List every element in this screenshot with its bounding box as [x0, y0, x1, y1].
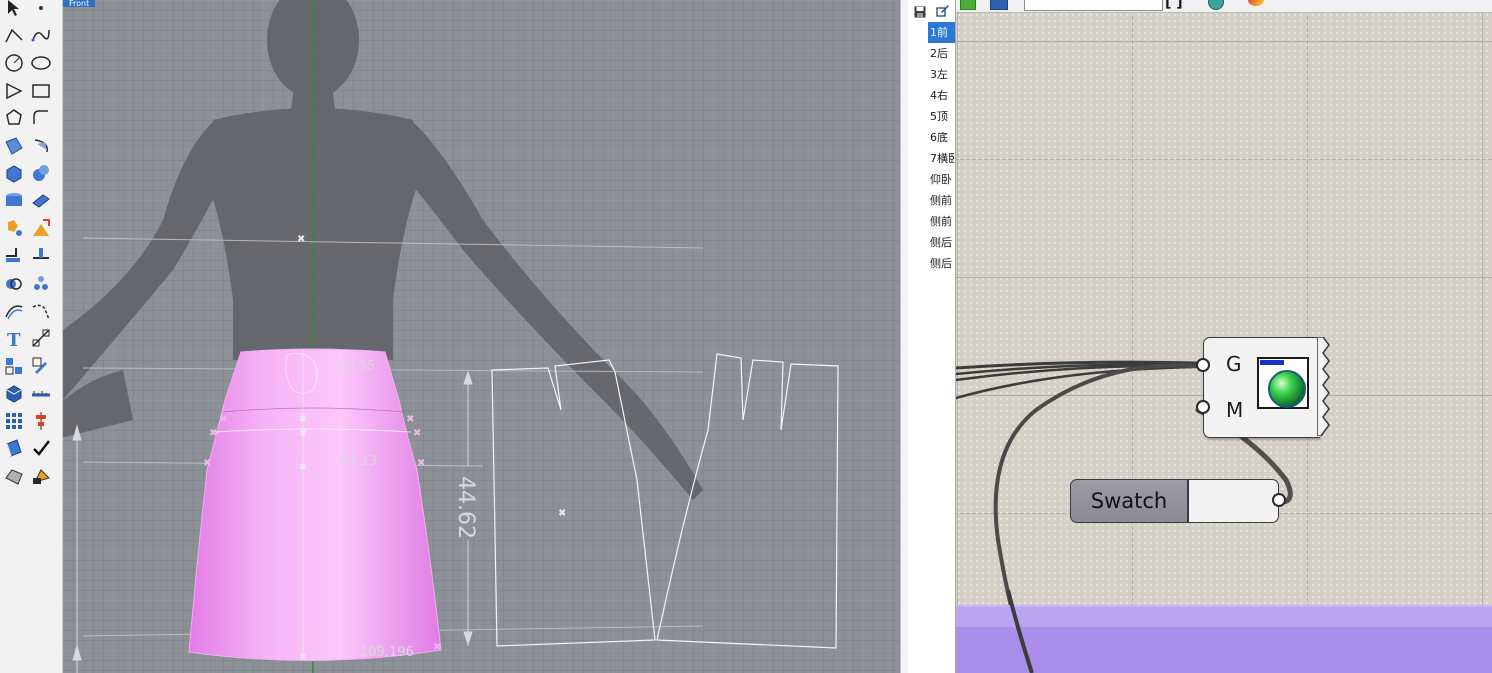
surface-icon[interactable]: [2, 134, 26, 158]
align-icon[interactable]: [29, 409, 53, 433]
blend-icon[interactable]: [29, 299, 53, 323]
waist-dimension: 69.35: [338, 359, 375, 374]
group-header: [956, 607, 1492, 627]
named-view-item[interactable]: 5顶: [928, 106, 955, 127]
svg-text:✖: ✖: [433, 642, 441, 653]
named-view-item[interactable]: 2后: [928, 43, 955, 64]
curve-icon[interactable]: [29, 24, 53, 48]
properties-icon[interactable]: [29, 354, 53, 378]
component-body[interactable]: G M: [1203, 337, 1320, 438]
boolean-icon[interactable]: [2, 271, 26, 295]
plane-icon[interactable]: [29, 189, 53, 213]
named-view-item[interactable]: 侧前: [928, 211, 955, 232]
named-views-list: 1前 2后 3左 4右 5顶 6底 7横卧 仰卧 侧前 侧前 侧后 侧后: [928, 22, 955, 274]
svg-text:✖: ✖: [299, 462, 307, 473]
edit-icon[interactable]: [936, 2, 950, 17]
circle-icon[interactable]: [2, 51, 26, 75]
trim-icon[interactable]: [2, 244, 26, 268]
named-view-item[interactable]: 3左: [928, 64, 955, 85]
svg-text:✖: ✖: [209, 428, 217, 439]
shaded-icon[interactable]: [2, 464, 26, 488]
svg-text:✖: ✖: [299, 652, 307, 663]
swatch-color-field[interactable]: [1187, 479, 1279, 523]
check-icon[interactable]: [29, 436, 53, 460]
named-view-item[interactable]: 侧前: [928, 190, 955, 211]
ruler-icon[interactable]: [29, 381, 53, 405]
svg-text:✖: ✖: [413, 428, 421, 439]
svg-text:✖: ✖: [299, 414, 307, 425]
polygon-point-icon[interactable]: [2, 106, 26, 130]
material-input-port[interactable]: [1196, 400, 1210, 414]
revolve-icon[interactable]: [29, 134, 53, 158]
swatch-component[interactable]: Swatch: [1070, 479, 1286, 523]
polyline-icon[interactable]: [2, 24, 26, 48]
geometry-input-port[interactable]: [1196, 358, 1210, 372]
svg-text:✖: ✖: [558, 508, 566, 519]
named-views-panel: 1前 2后 3左 4右 5顶 6底 7横卧 仰卧 侧前 侧前 侧后 侧后: [908, 0, 956, 673]
svg-text:✖: ✖: [417, 458, 425, 469]
fillet-curve-icon[interactable]: [29, 106, 53, 130]
group-icon[interactable]: [29, 271, 53, 295]
svg-text:✖: ✖: [406, 414, 414, 425]
svg-text:✖: ✖: [219, 414, 227, 425]
cylinder-icon[interactable]: [2, 189, 26, 213]
hip-dimension: 93.13: [340, 454, 377, 469]
svg-text:✖: ✖: [203, 458, 211, 469]
select-arrow-icon[interactable]: [2, 0, 26, 20]
hem-dimension: 109.196: [360, 645, 414, 660]
svg-text:✖: ✖: [297, 234, 305, 245]
render-icon[interactable]: [29, 464, 53, 488]
named-view-item[interactable]: 1前: [928, 22, 955, 43]
named-view-item[interactable]: 侧后: [928, 253, 955, 274]
save-icon[interactable]: [914, 3, 926, 18]
dimension-icon[interactable]: [29, 326, 53, 350]
text-icon[interactable]: T: [2, 326, 26, 350]
grid-array-icon[interactable]: [2, 409, 26, 433]
offset-icon[interactable]: [2, 299, 26, 323]
skirt-model: [188, 348, 442, 661]
swatch-output-port[interactable]: [1272, 493, 1286, 507]
split-icon[interactable]: [29, 244, 53, 268]
material-input-label: M: [1226, 398, 1244, 422]
preview-icon: [1257, 357, 1309, 409]
named-view-item[interactable]: 仰卧: [928, 169, 955, 190]
length-dimension: 44.62: [453, 476, 478, 539]
point-icon[interactable]: [29, 0, 53, 20]
rectangle-icon[interactable]: [29, 79, 53, 103]
named-view-item[interactable]: 7横卧: [928, 148, 955, 169]
skirt-pattern-pieces: [491, 353, 839, 649]
named-view-item[interactable]: 6底: [928, 127, 955, 148]
explode-icon[interactable]: [29, 216, 53, 240]
ellipse-icon[interactable]: [29, 51, 53, 75]
component-output-edge: [1317, 337, 1330, 436]
transform-icon[interactable]: [2, 216, 26, 240]
svg-text:T: T: [7, 330, 21, 350]
array-icon[interactable]: [2, 354, 26, 378]
swatch-label[interactable]: Swatch: [1070, 479, 1187, 523]
sphere-icon[interactable]: [29, 161, 53, 185]
named-view-item[interactable]: 侧后: [928, 232, 955, 253]
command-toolbar: T: [0, 0, 63, 673]
custom-preview-component[interactable]: G M: [1196, 337, 1330, 438]
box-icon[interactable]: [2, 161, 26, 185]
svg-text:✖: ✖: [299, 429, 307, 440]
rhino-viewport[interactable]: Front 69.35 93.13 109.196 44.62 ✖ ✖ ✖ ✖ …: [63, 0, 900, 673]
grasshopper-canvas[interactable]: [ ] G M Swatch: [956, 0, 1492, 673]
geometry-input-label: G: [1226, 352, 1242, 376]
named-view-item[interactable]: 4右: [928, 85, 955, 106]
named-views-toolbar: [908, 0, 955, 20]
render-box-icon[interactable]: [2, 381, 26, 405]
polygon-icon[interactable]: [2, 79, 26, 103]
viewport-scene: 69.35 93.13 109.196 44.62 ✖ ✖ ✖ ✖ ✖ ✖ ✖ …: [63, 0, 839, 673]
layer-icon[interactable]: [2, 436, 26, 460]
component-group[interactable]: [956, 605, 1492, 673]
